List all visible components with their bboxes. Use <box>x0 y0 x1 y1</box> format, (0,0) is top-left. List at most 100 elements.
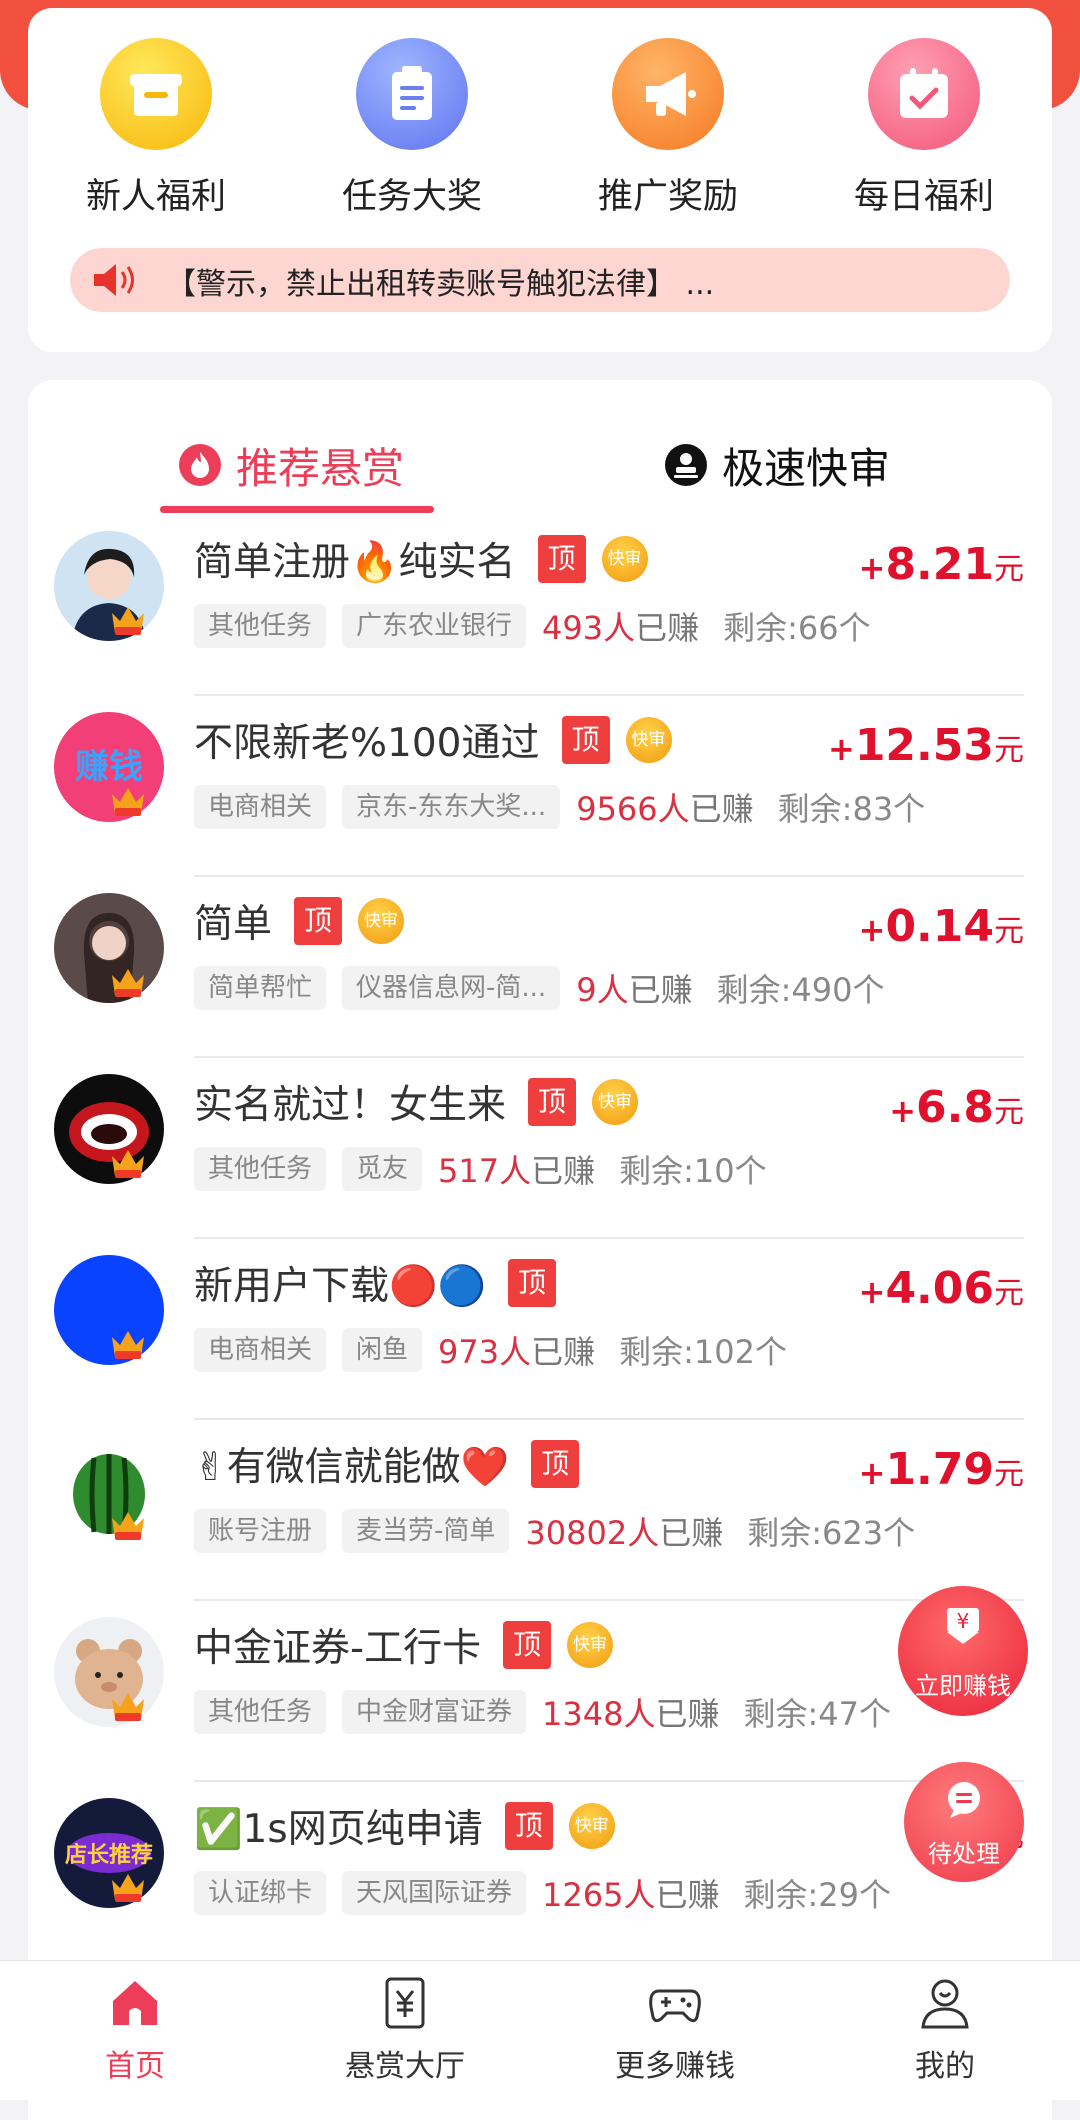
svg-text:店长推荐: 店长推荐 <box>65 1842 153 1868</box>
price-sign: + <box>858 911 886 949</box>
earned-label: 已赚 <box>659 1514 724 1552</box>
price-unit: 元 <box>994 914 1024 949</box>
task-row[interactable]: 赚钱 不限新老%100通过顶快审 +12.53元 电商相关 京东-东东大奖... 9566… <box>28 696 1052 877</box>
earned-count: 9566人 <box>576 790 690 828</box>
task-title-line: 新用户下载🔴🔵 顶 <box>194 1255 557 1311</box>
notice-bar[interactable]: 【警示，禁止出租转卖账号触犯法律】 ... <box>70 248 1010 312</box>
earned-label: 已赚 <box>655 1695 720 1733</box>
price-amount: 0.14 <box>885 901 994 952</box>
price-unit: 元 <box>994 1276 1024 1311</box>
top-badge: 顶 <box>508 1259 557 1307</box>
annual-card-crown-icon <box>108 1142 148 1182</box>
clipboard-icon <box>356 38 468 150</box>
quick-action-daily[interactable]: 每日福利 <box>824 38 1024 219</box>
price-amount: 1.79 <box>885 1444 994 1495</box>
task-row[interactable]: 新用户下载🔴🔵 顶 +4.06元 电商相关 闲鱼 973人 已赚 剩余:102个 <box>28 1239 1052 1420</box>
task-meta: 其他任务 中金财富证券 1348人 已赚 剩余:47个 <box>194 1689 891 1735</box>
nav-reward-hall[interactable]: 悬赏大厅 <box>270 1961 540 2100</box>
task-tag: 广东农业银行 <box>342 604 527 648</box>
task-price: +12.53元 <box>828 720 1024 771</box>
task-price: +1.79元 <box>859 1444 1024 1495</box>
tab-recommended[interactable]: 推荐悬赏 <box>178 430 404 500</box>
task-title: ✅1s网页纯申请 <box>194 1807 483 1852</box>
task-price: +6.8元 <box>889 1082 1024 1133</box>
task-title: 新用户下载🔴🔵 <box>194 1264 487 1309</box>
quick-action-task-prize[interactable]: 任务大奖 <box>312 38 512 219</box>
pending-button[interactable]: 待处理 <box>904 1762 1024 1882</box>
task-title-line: 实名就过！女生来顶快审 <box>194 1074 639 1130</box>
megaphone-icon <box>612 38 724 150</box>
remaining-count: 剩余:623个 <box>747 1514 916 1552</box>
task-meta: 其他任务 觅友 517人 已赚 剩余:10个 <box>194 1146 767 1192</box>
quick-action-newcomer[interactable]: 新人福利 <box>56 38 256 219</box>
price-amount: 12.53 <box>854 720 994 771</box>
task-meta: 认证绑卡 天风国际证券 1265人 已赚 剩余:29个 <box>194 1870 891 1916</box>
task-tag: 闲鱼 <box>342 1328 423 1372</box>
task-tag: 其他任务 <box>194 1147 327 1191</box>
home-icon <box>113 1981 157 2025</box>
fast-review-badge: 快审 <box>625 717 672 763</box>
task-meta: 其他任务 广东农业银行 493人 已赚 剩余:66个 <box>194 603 871 649</box>
remaining-count: 剩余:83个 <box>777 790 926 828</box>
nav-label: 我的 <box>915 2049 975 2084</box>
speaker-icon <box>94 264 134 296</box>
nav-more-earning[interactable]: 更多赚钱 <box>540 1961 810 2100</box>
task-title: 简单 <box>194 902 273 947</box>
active-tab-indicator <box>160 506 434 513</box>
task-row[interactable]: 店长推荐✅1s网页纯申请顶快审+元认证绑卡天风国际证券1265人已赚剩余:29个 <box>28 1782 1052 1963</box>
tab-label: 极速快审 <box>722 443 891 493</box>
task-list-card: 推荐悬赏 极速快审 简单注册🔥纯实名顶快审 +8.21元 其他任务 广东农业银行 493… <box>28 380 1052 2120</box>
task-tag: 麦当劳-简单 <box>342 1509 510 1553</box>
fast-review-badge: 快审 <box>358 898 405 944</box>
remaining-count: 剩余:102个 <box>619 1333 788 1371</box>
tab-fast-review[interactable]: 极速快审 <box>664 430 890 500</box>
top-badge: 顶 <box>294 897 343 945</box>
task-row[interactable]: 简单注册🔥纯实名顶快审 +8.21元 其他任务 广东农业银行 493人 已赚 剩余:66个 <box>28 515 1052 696</box>
task-title: 实名就过！女生来 <box>194 1083 507 1128</box>
quick-actions-card: 新人福利 任务大奖 推广奖励 每日福利 【警示，禁止出租转卖账号触犯法律】 ..… <box>28 8 1052 352</box>
task-tag: 中金财富证券 <box>342 1690 527 1734</box>
annual-card-crown-icon <box>108 780 148 820</box>
price-sign: + <box>858 1454 886 1492</box>
tab-label: 推荐悬赏 <box>236 443 405 493</box>
remaining-count: 剩余:29个 <box>743 1876 892 1914</box>
top-badge: 顶 <box>503 1621 552 1669</box>
task-row[interactable]: 实名就过！女生来顶快审 +6.8元其他任务 觅友 517人 已赚 剩余:10个 <box>28 1058 1052 1239</box>
task-title-line: 简单注册🔥纯实名顶快审 <box>194 531 648 587</box>
earn-now-button[interactable]: ¥ 立即赚钱 <box>898 1586 1028 1716</box>
task-row[interactable]: ✌有微信就能做❤️ 顶 +1.79元 账号注册 麦当劳-简单 30802人 已赚 剩余:623… <box>28 1420 1052 1601</box>
annual-card-crown-icon <box>108 1685 148 1725</box>
task-tag: 其他任务 <box>194 1690 327 1734</box>
remaining-count: 剩余:47个 <box>743 1695 892 1733</box>
earned-count: 973人 <box>438 1333 532 1371</box>
annual-card-crown-icon <box>108 1323 148 1363</box>
bottom-nav: 首页 悬赏大厅 更多赚钱 我的 <box>0 1960 1080 2100</box>
task-tag: 账号注册 <box>194 1509 327 1553</box>
calendar-check-icon <box>868 38 980 150</box>
quick-actions-row: 新人福利 任务大奖 推广奖励 每日福利 <box>28 38 1052 219</box>
earned-label: 已赚 <box>689 790 754 828</box>
task-title: 中金证券-工行卡 <box>194 1626 482 1671</box>
earned-count: 1265人 <box>542 1876 656 1914</box>
earned-label: 已赚 <box>635 609 700 647</box>
nav-profile[interactable]: 我的 <box>810 1961 1080 2100</box>
nav-label: 首页 <box>105 2049 165 2084</box>
fast-review-badge: 快审 <box>567 1622 614 1668</box>
price-amount: 6.8 <box>916 1082 994 1133</box>
earned-count: 493人 <box>542 609 636 647</box>
nav-label: 更多赚钱 <box>615 2049 735 2084</box>
task-title-line: ✅1s网页纯申请顶快审 <box>194 1798 615 1854</box>
price-sign: + <box>858 549 886 587</box>
price-sign: + <box>828 730 855 768</box>
task-tag: 觅友 <box>342 1147 423 1191</box>
task-tag: 电商相关 <box>194 785 327 829</box>
quick-action-promotion[interactable]: 推广奖励 <box>568 38 768 219</box>
yuan-download-icon: ¥ <box>947 1608 979 1644</box>
task-title: 简单注册🔥纯实名 <box>194 540 516 585</box>
task-tag: 天风国际证券 <box>342 1871 527 1915</box>
nav-home[interactable]: 首页 <box>0 1961 270 2100</box>
annual-card-crown-icon <box>108 1504 148 1544</box>
price-unit: 元 <box>994 1457 1024 1492</box>
task-title: 不限新老%100通过 <box>194 721 540 766</box>
task-row[interactable]: 简单顶快审 +0.14元 简单帮忙 仪器信息网-简... 9人 已赚 剩余:490个 <box>28 877 1052 1058</box>
